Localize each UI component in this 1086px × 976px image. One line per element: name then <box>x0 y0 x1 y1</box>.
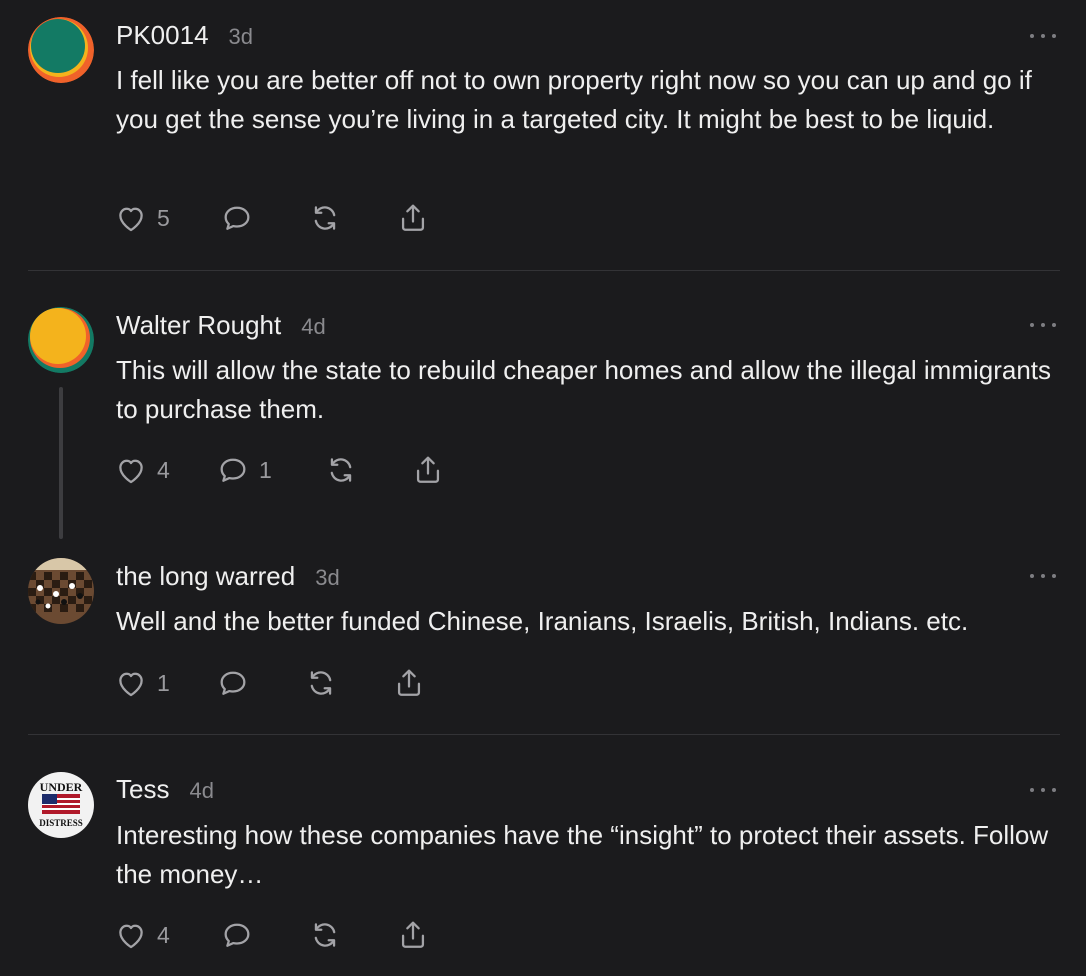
like-button[interactable]: 1 <box>114 666 170 700</box>
restack-icon <box>314 206 336 230</box>
timestamp[interactable]: 4d <box>189 778 213 804</box>
restack-icon <box>314 923 336 947</box>
like-button[interactable]: 4 <box>114 453 170 487</box>
timestamp[interactable]: 4d <box>301 314 325 340</box>
comment-text: This will allow the state to rebuild che… <box>116 355 1052 424</box>
share-icon <box>401 921 425 948</box>
heart-icon <box>119 672 143 697</box>
speech-bubble-icon <box>220 671 246 695</box>
thread-line <box>59 387 63 539</box>
comment-text: Interesting how these companies have the… <box>116 820 1049 889</box>
author-name[interactable]: Tess <box>116 774 169 805</box>
avatar[interactable] <box>28 17 94 83</box>
share-button[interactable] <box>396 918 430 952</box>
avatar[interactable] <box>28 307 94 373</box>
reply-button[interactable] <box>220 201 254 235</box>
avatar-image <box>28 558 94 624</box>
more-icon[interactable] <box>1030 319 1056 331</box>
avatar-image <box>28 307 94 373</box>
reply-count: 1 <box>259 456 272 483</box>
author-name[interactable]: PK0014 <box>116 20 209 51</box>
share-icon <box>401 204 425 231</box>
share-button[interactable] <box>392 666 426 700</box>
share-icon <box>416 456 440 483</box>
author-name[interactable]: Walter Rought <box>116 310 281 341</box>
avatar-image: UNDER DISTRESS <box>28 772 94 838</box>
restack-icon <box>330 458 352 482</box>
avatar[interactable]: UNDER DISTRESS <box>28 772 94 838</box>
reply-button[interactable] <box>216 666 250 700</box>
heart-icon <box>119 459 143 484</box>
speech-bubble-icon <box>220 458 246 482</box>
more-icon[interactable] <box>1030 784 1056 796</box>
like-count: 1 <box>157 669 170 696</box>
timestamp[interactable]: 3d <box>229 24 253 50</box>
reply-button[interactable]: 1 <box>216 453 272 487</box>
restack-button[interactable] <box>324 453 358 487</box>
speech-bubble-icon <box>224 923 250 947</box>
more-icon[interactable] <box>1030 30 1056 42</box>
restack-icon <box>310 671 332 695</box>
like-count: 5 <box>157 204 170 231</box>
timestamp[interactable]: 3d <box>315 565 339 591</box>
comment-text: I fell like you are better off not to ow… <box>116 65 1032 134</box>
like-button[interactable]: 4 <box>114 918 170 952</box>
comment-text: Well and the better funded Chinese, Iran… <box>116 606 969 636</box>
divider <box>28 270 1060 271</box>
avatar-image <box>28 17 94 83</box>
reply-button[interactable] <box>220 918 254 952</box>
like-count: 4 <box>157 921 170 948</box>
avatar-text-bottom: DISTRESS <box>39 818 83 828</box>
like-button[interactable]: 5 <box>114 201 170 235</box>
avatar[interactable] <box>28 558 94 624</box>
author-name[interactable]: the long warred <box>116 561 295 592</box>
share-button[interactable] <box>396 201 430 235</box>
restack-button[interactable] <box>308 201 342 235</box>
avatar-text-top: UNDER <box>40 780 83 794</box>
share-icon <box>397 669 421 696</box>
more-icon[interactable] <box>1030 570 1056 582</box>
restack-button[interactable] <box>304 666 338 700</box>
share-button[interactable] <box>411 453 445 487</box>
heart-icon <box>119 207 143 232</box>
speech-bubble-icon <box>224 206 250 230</box>
heart-icon <box>119 924 143 949</box>
divider <box>28 734 1060 735</box>
restack-button[interactable] <box>308 918 342 952</box>
like-count: 4 <box>157 456 170 483</box>
